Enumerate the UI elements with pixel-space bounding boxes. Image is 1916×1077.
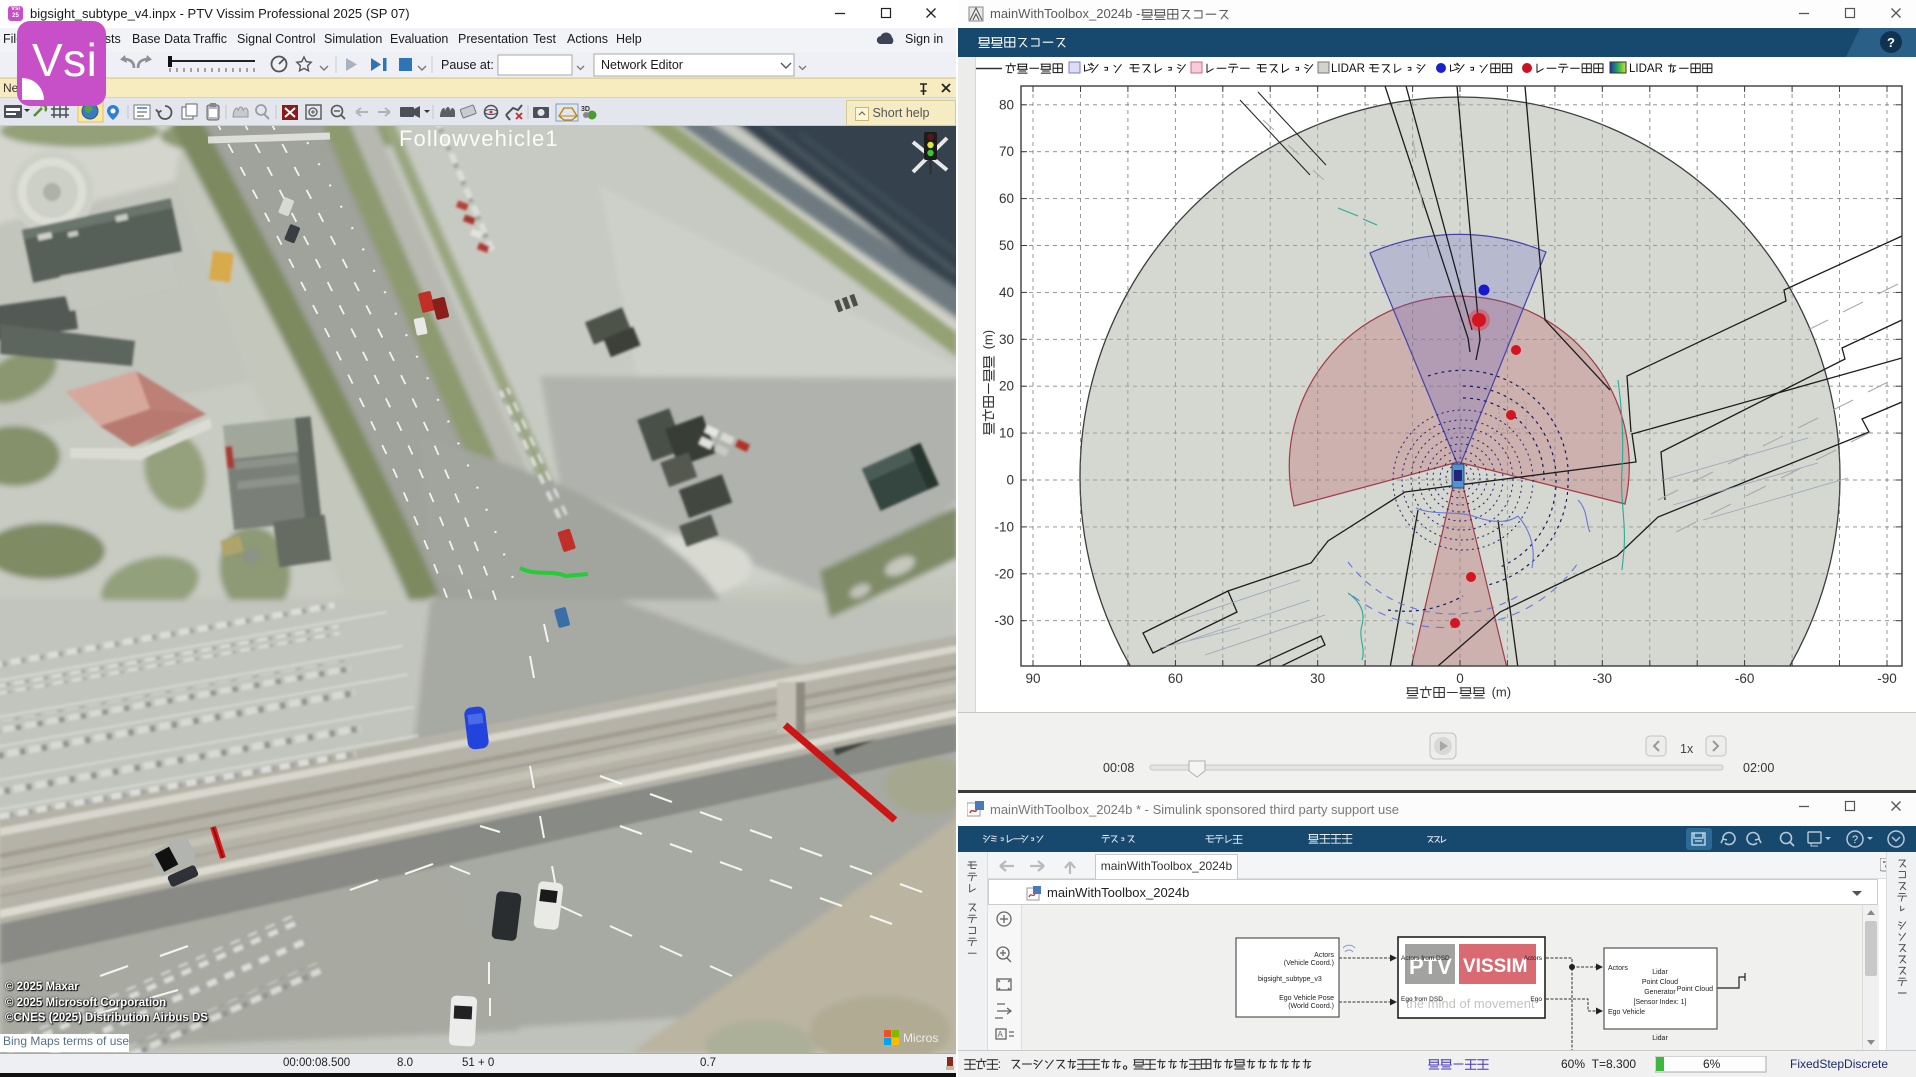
svg-text:40: 40 [999,285,1014,300]
svg-text:Ego: Ego [1530,996,1542,1003]
svg-text:[Sensor Index: 1]: [Sensor Index: 1] [1634,999,1687,1006]
svg-text:-90: -90 [1877,671,1897,686]
svg-text:Pause at:: Pause at: [441,58,494,72]
svg-text:60: 60 [999,191,1014,206]
svg-text:?: ? [1852,834,1858,846]
svg-text:-30: -30 [994,613,1014,628]
svg-text:0: 0 [1456,671,1464,686]
svg-text::: : [998,1057,1001,1071]
svg-text:Ego Vehicle Pose: Ego Vehicle Pose [1279,995,1334,1002]
svg-text:VISSIM: VISSIM [1463,956,1527,977]
svg-text:-60: -60 [1735,671,1755,686]
svg-text:(m): (m) [981,330,996,350]
svg-text:Actors: Actors [1314,952,1334,959]
svg-text:-30: -30 [1593,671,1613,686]
svg-text:Lidar: Lidar [1652,969,1668,976]
svg-text:Actors: Actors [1524,955,1543,962]
svg-text:Ego Vehicle: Ego Vehicle [1608,1009,1645,1016]
svg-text:6%: 6% [1703,1057,1721,1071]
svg-text:Generator: Generator [1644,989,1676,996]
svg-text:LIDAR: LIDAR [1629,63,1663,75]
svg-text:10: 10 [999,426,1014,441]
svg-text:A: A [998,1030,1004,1039]
svg-text:Ego from DSD: Ego from DSD [1401,996,1443,1003]
svg-text:70: 70 [999,144,1014,159]
svg-text:Network Editor: Network Editor [601,58,683,72]
svg-text:90: 90 [1025,671,1040,686]
svg-text:Point Cloud: Point Cloud [1677,986,1713,993]
svg-text:(m): (m) [1492,685,1512,700]
svg-text:30: 30 [999,332,1014,347]
svg-text:Point Cloud: Point Cloud [1642,979,1678,986]
svg-text:0: 0 [1006,473,1014,488]
svg-text:-10: -10 [994,519,1014,534]
svg-text:Micros: Micros [903,1031,938,1045]
svg-text:1x: 1x [1680,742,1694,756]
svg-text:80: 80 [999,97,1014,112]
svg-text:(Vehicle Coord.): (Vehicle Coord.) [1284,960,1334,967]
svg-text:LIDAR: LIDAR [1331,63,1365,75]
svg-text:-20: -20 [994,566,1014,581]
svg-text:Actors from DSD: Actors from DSD [1401,955,1450,962]
svg-text:50: 50 [999,238,1014,253]
svg-text:Actors: Actors [1608,965,1628,972]
svg-text:?: ? [1887,35,1895,50]
svg-text:30: 30 [1310,671,1325,686]
svg-text:3D: 3D [581,106,590,113]
svg-text:60: 60 [1168,671,1183,686]
svg-text:bigsight_subtype_v3: bigsight_subtype_v3 [1258,976,1322,983]
svg-text:Lidar: Lidar [1652,1035,1668,1042]
svg-text:20: 20 [999,379,1014,394]
svg-text:(World Coord.): (World Coord.) [1288,1003,1334,1010]
